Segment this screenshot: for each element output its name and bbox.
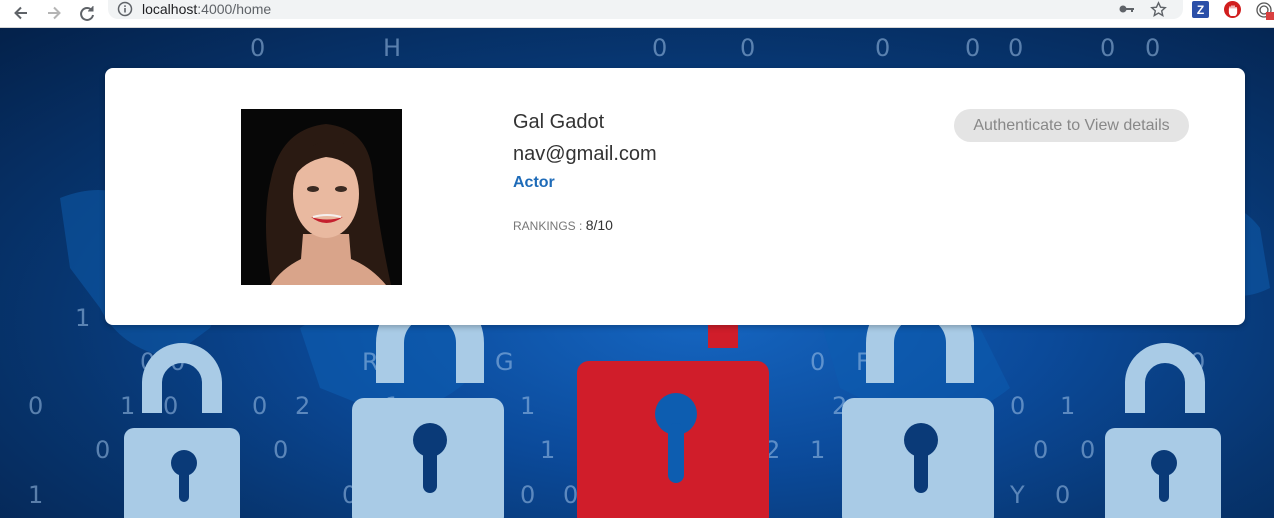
z-extension-icon[interactable]: Z bbox=[1192, 1, 1209, 18]
bg-digit: 1 bbox=[1060, 392, 1075, 420]
bg-digit: 1 bbox=[540, 436, 555, 464]
padlock-icon bbox=[1105, 343, 1221, 518]
url-path: :4000/home bbox=[197, 1, 272, 17]
bg-digit: 2 bbox=[295, 392, 310, 420]
forward-arrow-icon[interactable] bbox=[43, 2, 65, 24]
bg-digit: 0 bbox=[965, 34, 980, 62]
profile-email: nav@gmail.com bbox=[513, 143, 657, 165]
star-bookmark-icon[interactable] bbox=[1150, 1, 1167, 23]
bg-digit: 0 bbox=[520, 481, 535, 509]
bg-digit: Y bbox=[1009, 481, 1025, 509]
url-host: localhost bbox=[142, 1, 198, 17]
bg-digit: 0 bbox=[1055, 481, 1070, 509]
bg-digit: 0 bbox=[273, 436, 288, 464]
bg-digit: 0 bbox=[95, 436, 110, 464]
bg-digit: 1 bbox=[28, 481, 43, 509]
bg-digit: 0 bbox=[740, 34, 755, 62]
red-extension-icon[interactable] bbox=[1224, 1, 1241, 18]
profile-photo bbox=[241, 109, 402, 285]
profile-card: Gal Gadot nav@gmail.com Actor RANKINGS :… bbox=[105, 68, 1245, 325]
bg-digit: 0 bbox=[28, 392, 43, 420]
bg-digit: 1 bbox=[120, 392, 135, 420]
reload-icon[interactable] bbox=[76, 2, 98, 24]
key-icon[interactable] bbox=[1118, 2, 1136, 21]
authenticate-button[interactable]: Authenticate to View details bbox=[954, 109, 1189, 142]
bg-digit: 1 bbox=[520, 392, 535, 420]
bg-digit: 0 bbox=[875, 34, 890, 62]
bg-digit: 0 bbox=[1033, 436, 1048, 464]
bg-digit: 1 bbox=[75, 304, 90, 332]
rankings-value: 8/10 bbox=[585, 217, 613, 233]
rankings-label: RANKINGS : bbox=[513, 219, 583, 233]
info-icon[interactable] bbox=[117, 1, 133, 22]
bg-digit: 0 bbox=[652, 34, 667, 62]
bg-digit: H bbox=[383, 34, 401, 62]
bg-digit: 0 bbox=[810, 348, 825, 376]
fingerprint-extension-icon[interactable] bbox=[1255, 1, 1274, 25]
bg-digit: 0 bbox=[563, 481, 578, 509]
bg-digit: 0 bbox=[252, 392, 267, 420]
profile-name: Gal Gadot bbox=[513, 111, 605, 133]
browser-toolbar: localhost:4000/home Z bbox=[0, 0, 1274, 28]
url-text[interactable]: localhost:4000/home bbox=[142, 1, 271, 18]
bg-digit: 0 bbox=[1145, 34, 1160, 62]
bg-digit: 0 bbox=[1008, 34, 1023, 62]
bg-digit: G bbox=[495, 348, 514, 376]
bg-digit: 1 bbox=[810, 436, 825, 464]
bg-digit: 0 bbox=[163, 392, 178, 420]
padlock-icon bbox=[577, 324, 769, 518]
back-arrow-icon[interactable] bbox=[10, 2, 32, 24]
bg-digit: 0 bbox=[1010, 392, 1025, 420]
profile-role: Actor bbox=[513, 174, 555, 191]
rankings-line: RANKINGS : 8/10 bbox=[513, 217, 613, 233]
bg-digit: 0 bbox=[250, 34, 265, 62]
bg-digit: 0 bbox=[1100, 34, 1115, 62]
bg-digit: 0 bbox=[1080, 436, 1095, 464]
padlock-icon bbox=[124, 343, 240, 518]
